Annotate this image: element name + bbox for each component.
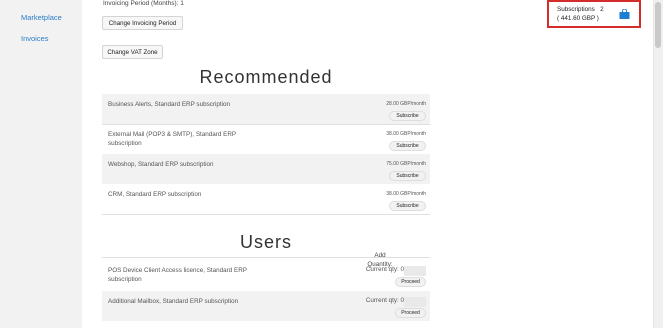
current-qty-label: Current qty: 0 xyxy=(365,266,404,273)
cart-total: ( 441.60 GBP ) xyxy=(557,15,599,22)
divider xyxy=(102,257,430,258)
subscribe-button[interactable]: Subscribe xyxy=(389,111,426,121)
subscription-price: 38.00 GBP/month xyxy=(386,191,426,197)
subscription-name: Additional Mailbox, Standard ERP subscri… xyxy=(108,298,239,305)
subscription-name: POS Device Client Access licence, Standa… xyxy=(108,267,247,283)
subscribe-button[interactable]: Subscribe xyxy=(389,141,426,151)
proceed-button[interactable]: Proceed xyxy=(395,308,426,318)
quantity-input[interactable] xyxy=(404,297,426,307)
subscription-price: 28.00 GBP/month xyxy=(386,101,426,107)
subscribe-button[interactable]: Subscribe xyxy=(389,171,426,181)
subscription-price: 38.00 GBP/month xyxy=(386,131,426,137)
list-item: External Mail (POP3 & SMTP), Standard ER… xyxy=(102,124,430,154)
cart-label: Subscriptions 2 xyxy=(557,6,604,13)
change-invoicing-period-button[interactable]: Change Invoicing Period xyxy=(102,16,183,30)
sidebar: Marketplace Invoices xyxy=(0,0,82,328)
subscription-name: External Mail (POP3 & SMTP), Standard ER… xyxy=(108,131,236,147)
scrollbar-thumb[interactable] xyxy=(655,2,661,48)
recommended-section-title: Recommended xyxy=(199,67,333,87)
users-section-title: Users xyxy=(239,232,292,252)
subscribe-button[interactable]: Subscribe xyxy=(389,201,426,211)
quantity-input[interactable] xyxy=(404,266,426,276)
subscriptions-cart[interactable]: Subscriptions 2 ( 441.60 GBP ) xyxy=(547,0,641,28)
subscription-price: 75.00 GBP/month xyxy=(386,161,426,167)
subscription-name: Business Alerts, Standard ERP subscripti… xyxy=(108,101,231,108)
list-item: Additional Mailbox, Standard ERP subscri… xyxy=(102,291,430,321)
shopping-bag-icon xyxy=(619,9,630,19)
current-qty-label: Current qty: 0 xyxy=(365,297,404,304)
list-item: POS Device Client Access licence, Standa… xyxy=(102,260,430,290)
scrollbar[interactable] xyxy=(653,0,663,328)
invoicing-period-label: Invoicing Period (Months): 1 xyxy=(103,0,184,7)
cart-title: Subscriptions xyxy=(557,6,595,13)
page: Marketplace Invoices Invoicing Period (M… xyxy=(0,0,663,328)
sidebar-item-marketplace[interactable]: Marketplace xyxy=(21,13,62,22)
list-item: Webshop, Standard ERP subscription 75.00… xyxy=(102,154,430,184)
proceed-button[interactable]: Proceed xyxy=(395,277,426,287)
cart-count: 2 xyxy=(600,6,604,13)
subscription-name: CRM, Standard ERP subscription xyxy=(108,191,202,198)
divider xyxy=(102,214,430,215)
change-vat-zone-button[interactable]: Change VAT Zone xyxy=(102,45,163,59)
list-item: Business Alerts, Standard ERP subscripti… xyxy=(102,94,430,124)
sidebar-item-invoices[interactable]: Invoices xyxy=(21,34,49,43)
list-item: CRM, Standard ERP subscription 38.00 GBP… xyxy=(102,184,430,214)
subscription-name: Webshop, Standard ERP subscription xyxy=(108,161,214,168)
